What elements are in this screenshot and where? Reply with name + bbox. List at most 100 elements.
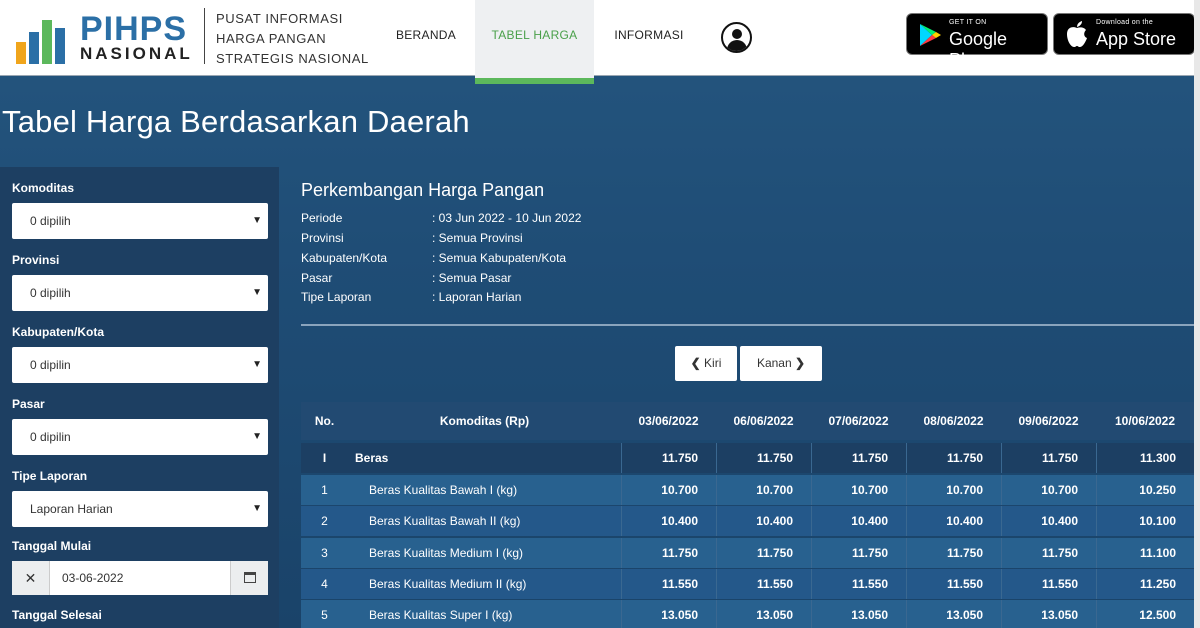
table-row: 1 Beras Kualitas Bawah I (kg) 10.700 10.700… <box>301 475 1194 505</box>
info-value: : Semua Provinsi <box>432 231 523 245</box>
tagline-line-2: HARGA PANGAN <box>216 31 327 46</box>
info-key: Pasar <box>301 271 333 285</box>
tipe-laporan-select[interactable]: Laporan Harian ▼ <box>12 491 268 527</box>
google-play-big-text: Google Play <box>949 29 1008 70</box>
header-date: 09/06/2022 <box>1018 414 1079 428</box>
komoditas-label: Komoditas <box>12 181 75 195</box>
calendar-button[interactable] <box>230 561 268 595</box>
komoditas-select[interactable]: 0 dipilih ▼ <box>12 203 268 239</box>
tanggal-mulai-label: Tanggal Mulai <box>12 539 92 553</box>
price-cell: 13.050 <box>716 600 811 628</box>
header-komoditas: Komoditas (Rp) <box>439 414 530 428</box>
price-cell: 11.550 <box>906 569 1001 599</box>
kabupaten-kota-label: Kabupaten/Kota <box>12 325 105 339</box>
header-date: 07/06/2022 <box>828 414 889 428</box>
prev-button[interactable]: ❮ Kiri <box>675 346 737 381</box>
filter-sidebar: Komoditas 0 dipilih ▼ Provinsi 0 dipilih… <box>0 167 279 628</box>
price-cell: 11.250 <box>1096 569 1194 599</box>
table-row: 4 Beras Kualitas Medium II (kg) 11.550 11.5… <box>301 569 1194 599</box>
info-value: : 03 Jun 2022 - 10 Jun 2022 <box>432 211 582 225</box>
header-no: No. <box>314 414 335 428</box>
row-number: 4 <box>321 577 328 591</box>
price-cell: 10.400 <box>1001 506 1096 536</box>
price-cell: 10.400 <box>621 506 716 536</box>
page-title: Tabel Harga Berdasarkan Daerah <box>2 104 470 139</box>
price-cell: 10.400 <box>906 506 1001 536</box>
header-date: 08/06/2022 <box>923 414 984 428</box>
price-cell: 10.250 <box>1096 475 1194 505</box>
divider <box>301 324 1194 326</box>
price-cell: 10.400 <box>716 506 811 536</box>
provinsi-select[interactable]: 0 dipilih ▼ <box>12 275 268 311</box>
header-date: 10/06/2022 <box>1114 414 1176 428</box>
user-account-icon[interactable] <box>721 22 752 53</box>
apple-icon <box>1067 21 1087 47</box>
google-play-icon <box>920 24 941 46</box>
komoditas-select-value: 0 dipilih <box>30 214 71 228</box>
kabupaten-kota-select[interactable]: 0 dipilin ▼ <box>12 347 268 383</box>
tagline: PUSAT INFORMASI HARGA PANGAN STRATEGIS N… <box>216 9 376 69</box>
info-value: : Semua Pasar <box>432 271 512 285</box>
next-button[interactable]: Kanan ❯ <box>740 346 822 381</box>
price-cell: 11.100 <box>1096 538 1194 568</box>
app-store-small-text: Download on the <box>1096 19 1154 26</box>
commodity-name: Beras <box>355 451 389 465</box>
info-key: Tipe Laporan <box>301 290 372 304</box>
top-header: PIHPS NASIONAL PUSAT INFORMASI HARGA PAN… <box>0 0 1200 84</box>
nav-tabel-harga[interactable]: TABEL HARGA <box>475 0 594 84</box>
info-value: : Laporan Harian <box>432 290 522 304</box>
pasar-select[interactable]: 0 dipilin ▼ <box>12 419 268 455</box>
caret-down-icon: ▼ <box>252 503 262 514</box>
commodity-name: Beras Kualitas Bawah II (kg) <box>369 514 521 528</box>
price-cell: 10.700 <box>906 475 1001 505</box>
price-cell: 11.750 <box>716 538 811 568</box>
nav-beranda[interactable]: BERANDA <box>384 0 468 76</box>
logo-bars-icon <box>16 16 76 64</box>
price-cell: 11.300 <box>1096 443 1194 473</box>
row-number: 2 <box>321 514 328 528</box>
caret-down-icon: ▼ <box>252 431 262 442</box>
tanggal-mulai-input[interactable]: 03-06-2022 <box>62 561 123 595</box>
price-cell: 11.750 <box>906 538 1001 568</box>
price-cell: 13.050 <box>906 600 1001 628</box>
pasar-select-value: 0 dipilin <box>30 430 71 444</box>
calendar-icon <box>244 572 256 583</box>
tanggal-selesai-label: Tanggal Selesai <box>12 608 102 622</box>
provinsi-select-value: 0 dipilih <box>30 286 71 300</box>
price-cell: 10.700 <box>621 475 716 505</box>
commodity-name: Beras Kualitas Medium I (kg) <box>369 546 524 560</box>
tagline-line-1: PUSAT INFORMASI <box>216 11 343 26</box>
price-cell: 11.750 <box>1001 538 1096 568</box>
clear-date-button[interactable]: ✕ <box>12 561 50 595</box>
pihps-logo[interactable]: PIHPS NASIONAL <box>14 10 194 66</box>
row-number: 5 <box>321 608 328 622</box>
price-cell: 10.400 <box>811 506 906 536</box>
price-cell: 11.750 <box>906 443 1001 473</box>
price-cell: 11.750 <box>621 443 716 473</box>
tagline-line-3: STRATEGIS NASIONAL <box>216 51 369 66</box>
price-cell: 13.050 <box>811 600 906 628</box>
app-store-button[interactable]: Download on the App Store <box>1053 13 1195 55</box>
header-date: 06/06/2022 <box>733 414 794 428</box>
google-play-button[interactable]: GET IT ON Google Play <box>906 13 1048 70</box>
report-title: Perkembangan Harga Pangan <box>301 180 545 200</box>
logo-subtitle: NASIONAL <box>80 44 193 63</box>
tipe-laporan-select-value: Laporan Harian <box>30 502 113 516</box>
next-button-label: Kanan <box>756 356 792 370</box>
table-group-row: I Beras 11.750 11.750 11.750 11.750 11.750 11.3… <box>301 443 1194 473</box>
info-key: Kabupaten/Kota <box>301 251 388 265</box>
table-row: 2 Beras Kualitas Bawah II (kg) 10.400 10.40… <box>301 506 1194 536</box>
provinsi-label: Provinsi <box>12 253 60 267</box>
price-cell: 11.750 <box>716 443 811 473</box>
price-cell: 10.700 <box>716 475 811 505</box>
price-cell: 11.550 <box>1001 569 1096 599</box>
prev-button-label: Kiri <box>704 356 722 370</box>
nav-informasi[interactable]: INFORMASI <box>604 0 694 76</box>
tanggal-mulai-field: ✕ 03-06-2022 <box>12 561 268 595</box>
row-number: 3 <box>321 546 328 560</box>
row-number: I <box>322 451 327 465</box>
caret-down-icon: ▼ <box>252 215 262 226</box>
info-value: : Semua Kabupaten/Kota <box>432 251 567 265</box>
price-cell: 11.750 <box>1001 443 1096 473</box>
scrollbar-track[interactable] <box>1194 0 1200 628</box>
